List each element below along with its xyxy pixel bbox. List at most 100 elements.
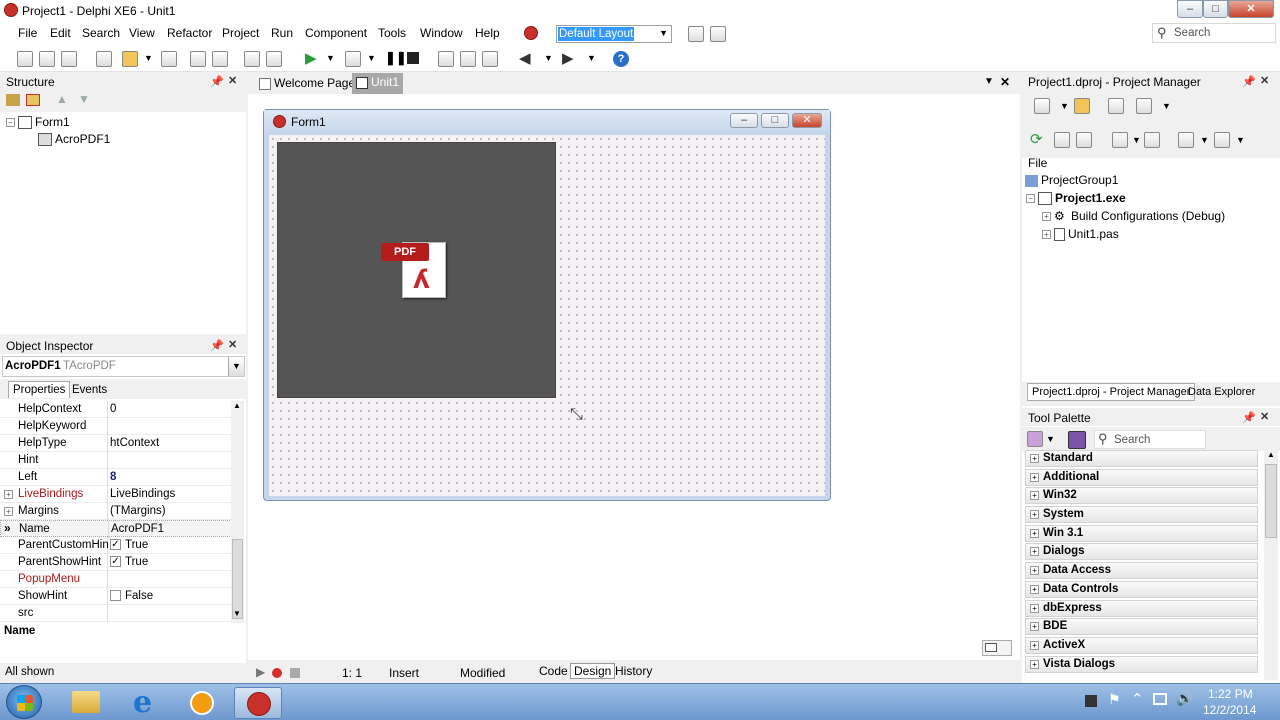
tab-code[interactable]: Code [536,664,571,678]
chevron-down-icon[interactable]: ▼ [1132,135,1141,145]
chevron-down-icon[interactable]: ▼ [984,76,994,87]
forward-arrow-icon[interactable]: ▶ [562,49,578,67]
refresh-icon[interactable]: ⟳ [1030,130,1043,148]
acropdf1-control[interactable]: ʎ PDF [277,142,556,398]
new-items-icon[interactable] [17,51,33,67]
property-value[interactable]: (TMargins) [110,505,166,517]
close-file-icon[interactable] [61,51,77,67]
filter-icon[interactable] [26,94,40,106]
explorer-taskbar-button[interactable] [62,687,110,719]
delphi-taskbar-button[interactable] [234,687,282,719]
property-value[interactable]: htContext [110,437,159,449]
back-arrow-icon[interactable]: ◀ [519,49,535,67]
step-over-icon[interactable] [460,51,476,67]
add-file-icon[interactable] [244,51,260,67]
close-icon[interactable]: ✕ [1000,75,1010,89]
property-row-selected[interactable]: » Name AcroPDF1 [0,520,232,538]
save-desktop-icon[interactable] [688,26,704,42]
chevron-down-icon[interactable]: ▼ [326,53,342,69]
form1-client-area[interactable]: ʎ PDF [269,135,825,496]
save-as-icon[interactable] [212,51,228,67]
property-grid-scrollbar[interactable]: ▲ ▼ [231,401,244,623]
property-row[interactable]: ParentShowHint ✓ True [0,554,232,571]
new-icon[interactable] [96,51,112,67]
tree-item-unit1[interactable]: + Unit1.pas [1042,227,1119,242]
collapse-icon[interactable]: − [6,118,15,128]
category-data-access[interactable]: + Data Access [1025,562,1258,579]
open-icon[interactable] [39,51,55,67]
menu-run[interactable]: Run [271,26,293,40]
view-icon[interactable] [1136,98,1152,114]
category-activex[interactable]: + ActiveX [1025,637,1258,654]
tree-item-build-configurations[interactable]: + ⚙ Build Configurations (Debug) [1042,209,1225,223]
deploy-icon[interactable] [1214,132,1230,148]
folder-icon[interactable] [6,94,20,106]
property-row[interactable]: Left 8 [0,469,232,486]
layout-combo[interactable]: Default Layout ▼ [556,25,672,43]
tree-item-project[interactable]: − Project1.exe [1026,191,1126,206]
category-data-controls[interactable]: + Data Controls [1025,581,1258,598]
internet-explorer-taskbar-button[interactable]: e [122,685,170,720]
categories-icon[interactable] [1027,431,1043,447]
stop-macro-icon[interactable] [290,668,300,678]
property-value[interactable]: AcroPDF1 [111,523,164,535]
close-icon[interactable]: ✕ [228,74,237,87]
menu-file[interactable]: File [18,26,37,40]
chevron-down-icon[interactable]: ▼ [367,53,383,69]
property-row[interactable]: PopupMenu [0,571,232,588]
tab-design[interactable]: Design [570,663,616,679]
tab-unit1[interactable]: Unit1 [352,73,404,94]
tool-palette-search[interactable]: ⚲ Search [1094,430,1206,449]
collapse-icon[interactable]: − [1026,194,1035,204]
checkbox-unchecked[interactable] [110,590,121,602]
component-selector[interactable]: AcroPDF1 TAcroPDF ▼ [2,356,245,377]
tray-app-icon[interactable] [1085,695,1097,707]
property-row[interactable]: ShowHint False [0,588,232,605]
pause-icon[interactable]: ❚❚ [385,50,407,66]
property-value[interactable]: 8 [110,471,116,483]
property-row[interactable]: Hint [0,452,232,469]
category-vista-dialogs[interactable]: + Vista Dialogs [1025,656,1258,673]
close-icon[interactable]: ✕ [228,338,237,351]
tab-data-explorer[interactable]: Data Explorer [1184,384,1259,400]
activate-icon[interactable] [1034,98,1050,114]
new-folder-icon[interactable] [1074,98,1090,114]
expand-icon[interactable]: + [4,507,13,517]
category-win31[interactable]: + Win 3.1 [1025,525,1258,542]
category-system[interactable]: + System [1025,506,1258,523]
menu-window[interactable]: Window [420,26,463,40]
close-icon[interactable]: ✕ [1260,74,1269,87]
embarcadero-icon[interactable] [524,26,538,40]
chevron-down-icon[interactable]: ▼ [228,357,244,376]
tree-item-acropdf1[interactable]: AcroPDF1 [38,132,110,147]
minimize-button[interactable]: – [1177,0,1203,18]
tool-palette-scrollbar[interactable]: ▲ [1264,450,1278,680]
scroll-up-icon[interactable]: ▲ [1267,450,1275,459]
pin-icon[interactable]: 📌 [1242,75,1256,88]
menu-refactor[interactable]: Refactor [167,26,212,40]
save-icon[interactable] [161,51,177,67]
property-value[interactable]: 0 [110,403,116,415]
menu-edit[interactable]: Edit [50,26,71,40]
chevron-down-icon[interactable]: ▼ [1236,135,1245,145]
design-surface[interactable]: Form1 – □ ✕ ʎ PDF ⤡ [248,94,1020,660]
stop-icon[interactable] [407,52,419,64]
run-to-cursor-icon[interactable] [482,51,498,67]
chevron-down-icon[interactable]: ▼ [1200,135,1209,145]
property-row[interactable]: HelpType htContext [0,435,232,452]
expand-icon[interactable]: + [4,490,13,500]
property-value[interactable]: LiveBindings [110,488,175,500]
menu-view[interactable]: View [129,26,155,40]
menu-search[interactable]: Search [82,26,120,40]
play-macro-icon[interactable]: ▶ [256,665,265,679]
record-macro-icon[interactable] [272,668,282,678]
property-row[interactable]: ParentCustomHin ✓ True [0,537,232,554]
close-window-button[interactable]: ✕ [1228,0,1274,18]
chevron-down-icon[interactable]: ▼ [1162,101,1171,111]
options-icon[interactable] [1144,132,1160,148]
help-icon[interactable]: ? [613,51,629,67]
property-row[interactable]: HelpKeyword [0,418,232,435]
run-without-debugging-icon[interactable] [345,51,361,67]
volume-icon[interactable]: 🔊 [1176,690,1193,707]
tab-welcome-page[interactable]: Welcome Page [255,74,359,94]
